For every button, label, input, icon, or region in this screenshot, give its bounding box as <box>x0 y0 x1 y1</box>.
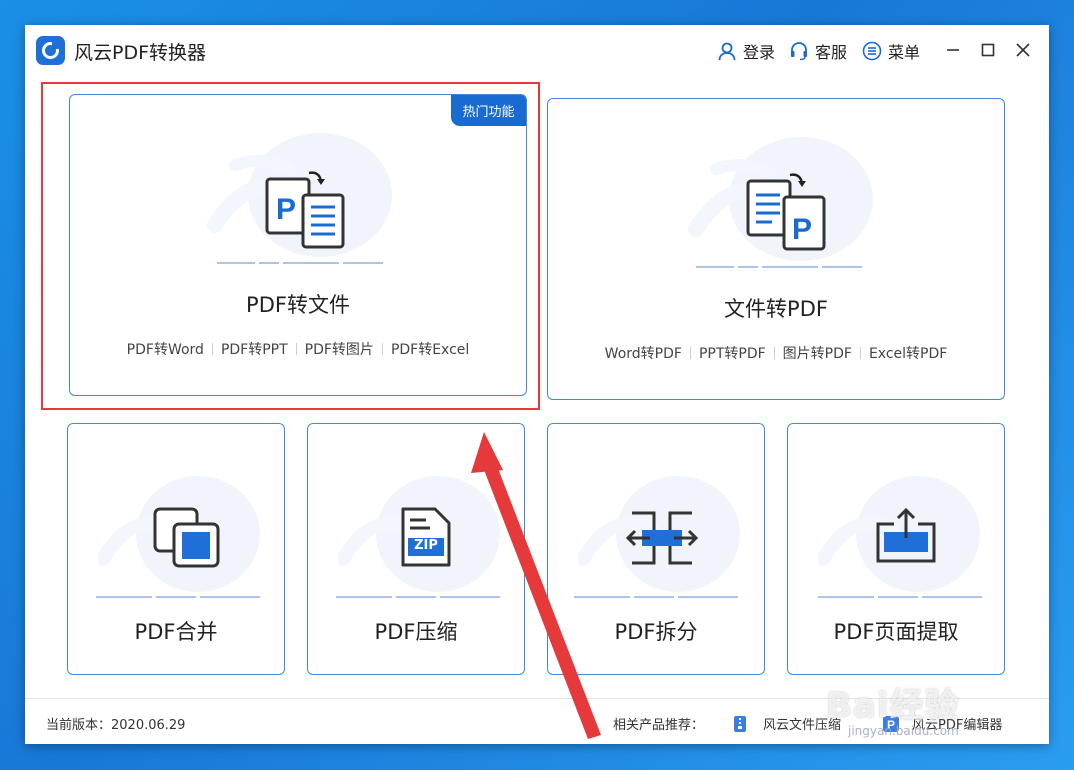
service-button[interactable]: 客服 <box>789 39 847 63</box>
zip-file-icon <box>401 507 451 567</box>
product-file-compress[interactable]: 风云文件压缩 <box>731 714 841 733</box>
version-text: 当前版本：2020.06.29 <box>46 718 186 733</box>
file-to-pdf-icon: P <box>746 173 826 251</box>
close-button[interactable] <box>1012 39 1034 61</box>
login-button[interactable]: 登录 <box>717 39 775 63</box>
file-to-pdf-card[interactable]: P 文件转PDF Word转PDF PPT转PDF 图片转PDF Excel转P… <box>547 98 1005 400</box>
minimize-icon <box>947 49 959 51</box>
maximize-button[interactable] <box>977 39 999 61</box>
menu-button[interactable]: 菜单 <box>862 39 920 63</box>
link-excel-to-pdf[interactable]: Excel转PDF <box>861 343 955 363</box>
link-image-to-pdf[interactable]: 图片转PDF <box>775 343 860 363</box>
close-icon <box>1016 43 1030 57</box>
deco-line <box>574 596 738 598</box>
app-logo-icon <box>36 36 65 65</box>
baidu-watermark: Bai经验 jingyan.baidu.com <box>826 676 1026 746</box>
conversion-links: PDF转Word PDF转PPT PDF转图片 PDF转Excel <box>70 339 526 359</box>
deco-line <box>217 262 383 264</box>
card-title: PDF页面提取 <box>833 620 959 644</box>
menu-label: 菜单 <box>888 43 921 62</box>
svg-text:P: P <box>792 213 812 246</box>
link-pdf-to-ppt[interactable]: PDF转PPT <box>213 339 296 359</box>
card-title: 文件转PDF <box>724 297 828 321</box>
merge-icon <box>153 507 220 568</box>
card-title: PDF合并 <box>134 620 218 644</box>
login-label: 登录 <box>743 43 776 62</box>
link-word-to-pdf[interactable]: Word转PDF <box>597 343 690 363</box>
link-ppt-to-pdf[interactable]: PPT转PDF <box>691 343 774 363</box>
deco-line <box>818 596 982 598</box>
watermark-url: jingyan.baidu.com <box>848 724 959 738</box>
pdf-to-file-icon: P <box>265 171 345 249</box>
extract-icon <box>876 508 936 563</box>
card-title: PDF压缩 <box>374 620 458 644</box>
pdf-compress-card[interactable]: ZIP PDF压缩 <box>307 423 525 675</box>
app-title: 风云PDF转换器 <box>74 42 207 64</box>
pdf-to-file-card[interactable]: P PDF转文件 PDF转Word PDF转PPT PDF转图片 PDF转Exc… <box>69 94 527 396</box>
zip-app-icon <box>734 715 746 732</box>
link-pdf-to-image[interactable]: PDF转图片 <box>297 339 382 359</box>
title-bar: 风云PDF转换器 登录 客服 菜单 <box>25 25 1049 77</box>
deco-line <box>96 596 260 598</box>
card-title: PDF拆分 <box>614 620 698 644</box>
maximize-icon <box>981 43 995 57</box>
deco-line <box>696 266 862 268</box>
link-pdf-to-word[interactable]: PDF转Word <box>119 339 212 359</box>
recommend-label: 相关产品推荐： <box>613 718 705 733</box>
minimize-button[interactable] <box>942 39 964 61</box>
pdf-page-extract-card[interactable]: PDF页面提取 <box>787 423 1005 675</box>
zip-label: ZIP <box>414 538 438 553</box>
conversion-links: Word转PDF PPT转PDF 图片转PDF Excel转PDF <box>548 343 1004 363</box>
headset-icon <box>791 42 807 61</box>
split-icon <box>626 511 698 565</box>
deco-line <box>336 596 500 598</box>
menu-icon <box>862 41 882 61</box>
card-title: PDF转文件 <box>246 293 350 317</box>
pdf-split-card[interactable]: PDF拆分 <box>547 423 765 675</box>
pdf-merge-card[interactable]: PDF合并 <box>67 423 285 675</box>
watermark-logo: Bai经验 <box>826 686 960 726</box>
link-pdf-to-excel[interactable]: PDF转Excel <box>383 339 477 359</box>
hot-feature-badge: 热门功能 <box>451 95 526 126</box>
user-icon <box>718 42 736 61</box>
svg-text:P: P <box>276 193 296 226</box>
app-window: 风云PDF转换器 登录 客服 菜单 P PDF转文件 PDF转Word PDF转… <box>25 25 1049 744</box>
service-label: 客服 <box>815 43 848 62</box>
